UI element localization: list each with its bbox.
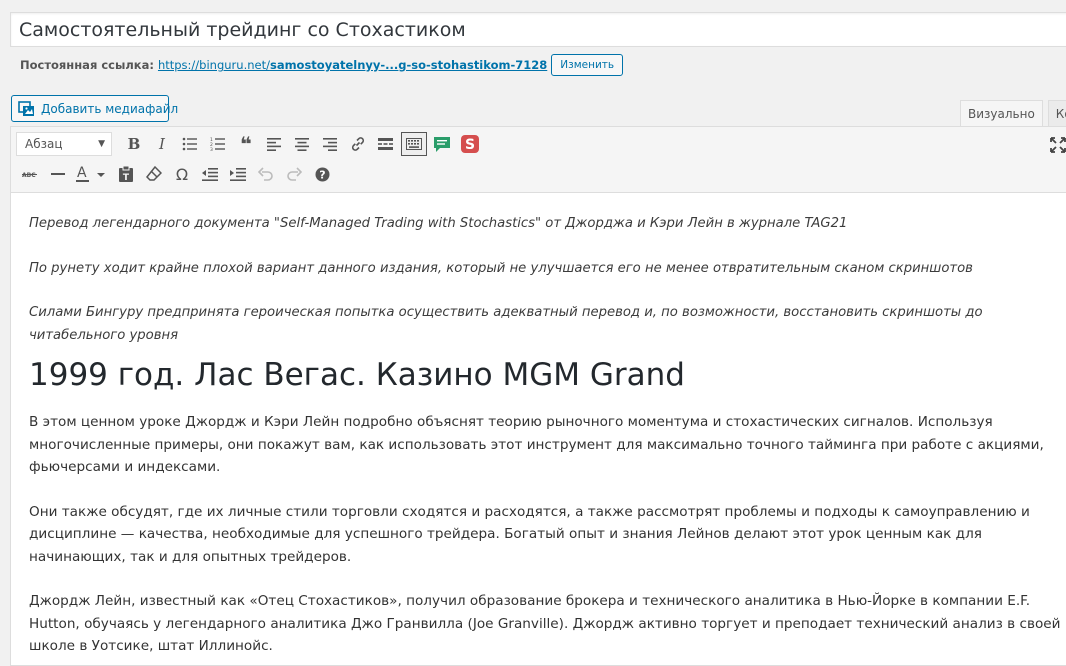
indent-icon[interactable]	[224, 160, 252, 188]
s-plugin-icon[interactable]: S	[456, 130, 484, 158]
permalink-row: Постоянная ссылка: https://binguru.net/s…	[20, 54, 624, 76]
intro-paragraph: Силами Бингуру предпринята героическая п…	[29, 305, 983, 343]
svg-text:S: S	[465, 137, 475, 153]
chevron-down-icon: ▼	[98, 139, 105, 149]
permalink-url-prefix: https://binguru.net/	[157, 58, 270, 72]
svg-text:A: A	[77, 165, 87, 181]
bold-icon[interactable]: B	[120, 130, 148, 158]
italic-icon[interactable]: I	[148, 130, 176, 158]
tab-code[interactable]: Код	[1047, 100, 1066, 126]
intro-paragraph: Перевод легендарного документа "Self-Man…	[29, 216, 848, 231]
text-color-icon[interactable]: A	[72, 160, 112, 188]
editor-content[interactable]: Перевод легендарного документа "Self-Man…	[11, 193, 1066, 658]
content-paragraph: Джордж Лейн, известный как «Отец Стохаст…	[29, 593, 1061, 654]
add-media-label: Добавить медиафайл	[41, 101, 179, 116]
svg-text:3: 3	[210, 147, 213, 151]
horizontal-line-icon[interactable]	[44, 160, 72, 188]
toolbar-row-2: ABC A T Ω ?	[16, 160, 336, 188]
help-icon[interactable]: ?	[308, 160, 336, 188]
svg-text:ABC: ABC	[22, 172, 36, 179]
add-media-button[interactable]: Добавить медиафайл	[11, 95, 178, 122]
comment-icon[interactable]	[428, 130, 456, 158]
content-heading: 1999 год. Лас Вегас. Казино MGM Grand	[29, 357, 685, 393]
toolbar-row-1: Абзац ▼ B I 123 ❝ S	[16, 130, 484, 158]
numbered-list-icon[interactable]: 123	[204, 130, 232, 158]
undo-icon[interactable]	[252, 160, 280, 188]
permalink-url-slug: samostoyatelnyy-...g-so-stohastikom-7128	[269, 58, 548, 72]
post-title-text: Самостоятельный трейдинг со Стохастиком	[19, 18, 466, 41]
editor-toolbar: Абзац ▼ B I 123 ❝ S ABC A T Ω ?	[11, 127, 1066, 193]
bullet-list-icon[interactable]	[176, 130, 204, 158]
tab-visual[interactable]: Визуально	[960, 100, 1043, 127]
blockquote-icon[interactable]: ❝	[232, 130, 260, 158]
media-icon	[18, 100, 34, 116]
paste-text-icon[interactable]: T	[112, 160, 140, 188]
align-left-icon[interactable]	[260, 130, 288, 158]
permalink-label: Постоянная ссылка:	[20, 58, 154, 72]
read-more-icon[interactable]	[372, 130, 400, 158]
editor: Абзац ▼ B I 123 ❝ S ABC A T Ω ? Перевод …	[10, 126, 1066, 666]
format-select[interactable]: Абзац ▼	[16, 132, 112, 156]
clear-formatting-icon[interactable]	[140, 160, 168, 188]
svg-text:?: ?	[319, 168, 325, 181]
align-center-icon[interactable]	[288, 130, 316, 158]
content-paragraph: Они также обсудят, где их личные стили т…	[29, 503, 1030, 565]
post-title-input[interactable]: Самостоятельный трейдинг со Стохастиком	[10, 12, 1066, 47]
align-right-icon[interactable]	[316, 130, 344, 158]
svg-text:T: T	[123, 173, 130, 182]
redo-icon[interactable]	[280, 160, 308, 188]
outdent-icon[interactable]	[196, 160, 224, 188]
link-icon[interactable]	[344, 130, 372, 158]
fullscreen-icon[interactable]	[1045, 132, 1066, 158]
special-character-icon[interactable]: Ω	[168, 160, 196, 188]
edit-permalink-button[interactable]: Изменить	[551, 54, 624, 76]
format-select-value: Абзац	[25, 137, 63, 151]
toolbar-toggle-icon[interactable]	[401, 132, 427, 156]
editor-tabs: Визуально Код	[960, 100, 1066, 127]
content-paragraph: В этом ценном уроке Джордж и Кэри Лейн п…	[29, 414, 1044, 475]
strikethrough-icon[interactable]: ABC	[16, 160, 44, 188]
intro-paragraph: По рунету ходит крайне плохой вариант да…	[29, 260, 973, 276]
permalink-link[interactable]: https://binguru.net/samostoyatelnyy-...g…	[158, 58, 547, 72]
